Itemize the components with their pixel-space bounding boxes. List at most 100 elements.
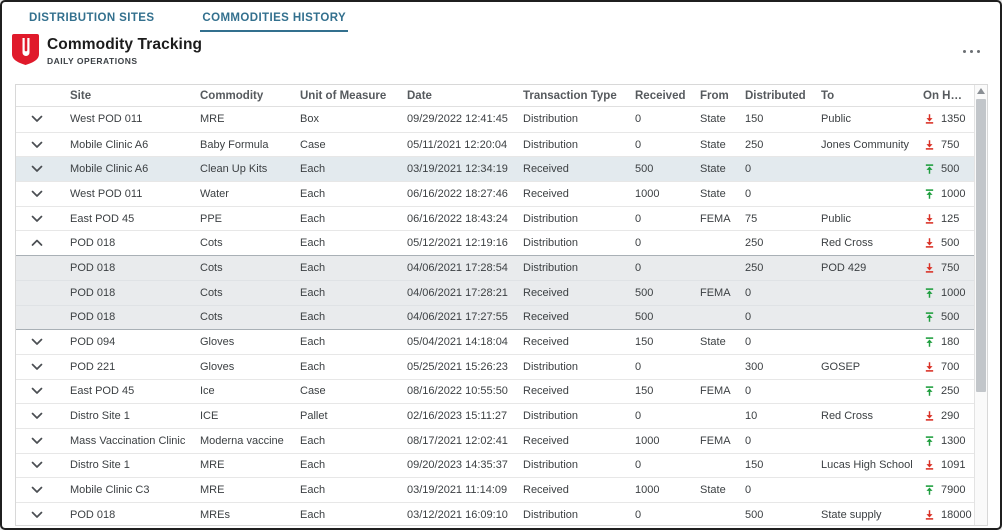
on-hand-value: 750 bbox=[941, 139, 959, 151]
chevron-down-icon[interactable] bbox=[31, 214, 45, 224]
column-header-transaction-type: Transaction Type bbox=[523, 90, 635, 102]
table-row-child[interactable]: POD 018CotsEach04/06/2021 17:28:54Distri… bbox=[16, 255, 974, 280]
on-hand-cell: 700 bbox=[923, 361, 974, 373]
on-hand-value: 250 bbox=[941, 385, 959, 397]
tab-distribution-sites[interactable]: DISTRIBUTION SITES bbox=[27, 10, 156, 30]
red-shield-logo-icon bbox=[12, 34, 39, 70]
on-hand-value: 125 bbox=[941, 213, 959, 225]
site-cell: POD 018 bbox=[70, 509, 200, 521]
scroll-up-arrow-icon[interactable] bbox=[977, 88, 985, 94]
chevron-down-icon[interactable] bbox=[31, 386, 45, 396]
type-cell: Received bbox=[523, 188, 635, 200]
site-cell: POD 018 bbox=[70, 237, 200, 249]
table-row[interactable]: East POD 45PPEEach06/16/2022 18:43:24Dis… bbox=[16, 206, 974, 231]
chevron-down-icon[interactable] bbox=[31, 436, 45, 446]
table-row[interactable]: West POD 011MREBox09/29/2022 12:41:45Dis… bbox=[16, 107, 974, 132]
distributed-cell: 250 bbox=[745, 262, 821, 274]
table-row-child[interactable]: POD 018CotsEach04/06/2021 17:28:21Receiv… bbox=[16, 280, 974, 305]
commodity-cell: Cots bbox=[200, 311, 300, 323]
table-row[interactable]: Mass Vaccination ClinicModerna vaccineEa… bbox=[16, 428, 974, 453]
uom-cell: Each bbox=[300, 435, 407, 447]
uom-cell: Each bbox=[300, 287, 407, 299]
to-cell: Jones Community bbox=[821, 139, 923, 151]
chevron-down-icon[interactable] bbox=[31, 460, 45, 470]
uom-cell: Each bbox=[300, 459, 407, 471]
received-cell: 150 bbox=[635, 336, 700, 348]
distributed-cell: 75 bbox=[745, 213, 821, 225]
stock-decrease-icon bbox=[924, 113, 935, 125]
to-cell: Public bbox=[821, 213, 923, 225]
chevron-down-icon[interactable] bbox=[31, 510, 45, 520]
uom-cell: Case bbox=[300, 385, 407, 397]
tab-commodities-history[interactable]: COMMODITIES HISTORY bbox=[200, 10, 348, 32]
received-cell: 500 bbox=[635, 163, 700, 175]
uom-cell: Each bbox=[300, 163, 407, 175]
received-cell: 0 bbox=[635, 237, 700, 249]
distributed-cell: 0 bbox=[745, 336, 821, 348]
more-horizontal-icon[interactable] bbox=[961, 45, 983, 57]
chevron-up-icon[interactable] bbox=[31, 238, 45, 248]
date-cell: 05/04/2021 14:18:04 bbox=[407, 336, 523, 348]
stock-decrease-icon bbox=[924, 139, 935, 151]
received-cell: 0 bbox=[635, 509, 700, 521]
table-row[interactable]: East POD 45IceCase08/16/2022 10:55:50Rec… bbox=[16, 379, 974, 404]
expand-cell bbox=[16, 214, 70, 224]
table-row[interactable]: Mobile Clinic C3MREEach03/19/2021 11:14:… bbox=[16, 477, 974, 502]
table-row-child[interactable]: POD 018CotsEach04/06/2021 17:27:55Receiv… bbox=[16, 305, 974, 330]
expand-cell bbox=[16, 485, 70, 495]
column-header-commodity: Commodity bbox=[200, 90, 300, 102]
site-cell: East POD 45 bbox=[70, 213, 200, 225]
chevron-down-icon[interactable] bbox=[31, 485, 45, 495]
date-cell: 05/11/2021 12:20:04 bbox=[407, 139, 523, 151]
date-cell: 03/12/2021 16:09:10 bbox=[407, 509, 523, 521]
on-hand-cell: 180 bbox=[923, 336, 974, 348]
chevron-down-icon[interactable] bbox=[31, 362, 45, 372]
received-cell: 0 bbox=[635, 213, 700, 225]
received-cell: 150 bbox=[635, 385, 700, 397]
table-row[interactable]: Mobile Clinic A6Clean Up KitsEach03/19/2… bbox=[16, 156, 974, 181]
uom-cell: Each bbox=[300, 213, 407, 225]
distributed-cell: 250 bbox=[745, 237, 821, 249]
table-row[interactable]: POD 018MREsEach03/12/2021 16:09:10Distri… bbox=[16, 502, 974, 527]
distributed-cell: 150 bbox=[745, 113, 821, 125]
on-hand-value: 7900 bbox=[941, 484, 965, 496]
table-row[interactable]: POD 018CotsEach05/12/2021 12:19:16Distri… bbox=[16, 230, 974, 255]
chevron-down-icon[interactable] bbox=[31, 337, 45, 347]
type-cell: Received bbox=[523, 311, 635, 323]
uom-cell: Each bbox=[300, 311, 407, 323]
commodity-cell: Gloves bbox=[200, 336, 300, 348]
column-header-site: Site bbox=[70, 90, 200, 102]
table-row[interactable]: Distro Site 1MREEach09/20/2023 14:35:37D… bbox=[16, 453, 974, 478]
from-cell: State bbox=[700, 163, 745, 175]
distributed-cell: 0 bbox=[745, 287, 821, 299]
on-hand-value: 180 bbox=[941, 336, 959, 348]
vertical-scrollbar[interactable] bbox=[974, 85, 987, 525]
chevron-down-icon[interactable] bbox=[31, 189, 45, 199]
on-hand-value: 700 bbox=[941, 361, 959, 373]
on-hand-cell: 125 bbox=[923, 213, 974, 225]
distributed-cell: 300 bbox=[745, 361, 821, 373]
chevron-down-icon[interactable] bbox=[31, 114, 45, 124]
from-cell: FEMA bbox=[700, 435, 745, 447]
scrollbar-thumb[interactable] bbox=[976, 99, 986, 392]
commodity-cell: MRE bbox=[200, 113, 300, 125]
table-row[interactable]: Distro Site 1ICEPallet02/16/2023 15:11:2… bbox=[16, 403, 974, 428]
table-row[interactable]: West POD 011WaterEach06/16/2022 18:27:46… bbox=[16, 181, 974, 206]
on-hand-cell: 1300 bbox=[923, 435, 974, 447]
table-row[interactable]: POD 094GlovesEach05/04/2021 14:18:04Rece… bbox=[16, 329, 974, 354]
table-row[interactable]: POD 221GlovesEach05/25/2021 15:26:23Dist… bbox=[16, 354, 974, 379]
expand-cell bbox=[16, 337, 70, 347]
site-cell: Mobile Clinic A6 bbox=[70, 139, 200, 151]
chevron-down-icon[interactable] bbox=[31, 164, 45, 174]
uom-cell: Box bbox=[300, 113, 407, 125]
commodity-cell: Clean Up Kits bbox=[200, 163, 300, 175]
to-cell: Red Cross bbox=[821, 237, 923, 249]
date-cell: 04/06/2021 17:28:21 bbox=[407, 287, 523, 299]
on-hand-value: 290 bbox=[941, 410, 959, 422]
distributed-cell: 250 bbox=[745, 139, 821, 151]
table-row[interactable]: Mobile Clinic A6Baby FormulaCase05/11/20… bbox=[16, 132, 974, 157]
chevron-down-icon[interactable] bbox=[31, 411, 45, 421]
type-cell: Distribution bbox=[523, 113, 635, 125]
stock-increase-icon bbox=[924, 287, 935, 299]
chevron-down-icon[interactable] bbox=[31, 140, 45, 150]
